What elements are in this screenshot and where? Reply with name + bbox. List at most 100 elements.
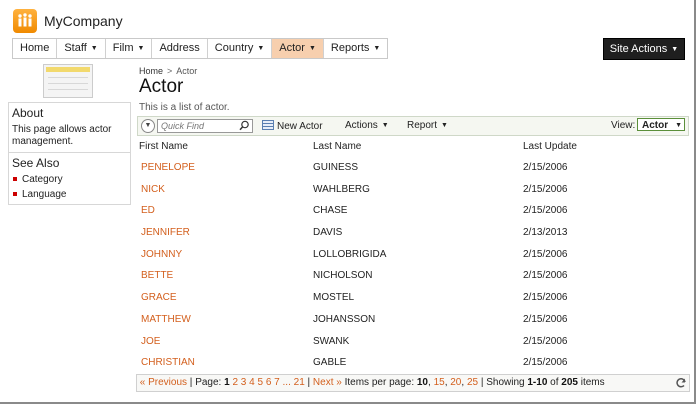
- view-label: View:: [611, 120, 636, 131]
- chevron-down-icon: ▼: [137, 45, 145, 52]
- nav-item-address[interactable]: Address: [152, 39, 208, 58]
- page-link[interactable]: 7: [274, 377, 280, 388]
- showing-range: 1-10: [527, 377, 548, 388]
- last-update-cell: 2/15/2006: [523, 249, 568, 260]
- nav-item-country[interactable]: Country ▼: [208, 39, 273, 58]
- bullet-icon: [13, 177, 17, 181]
- page-size-current: 10: [416, 377, 428, 388]
- first-name-cell[interactable]: GRACE: [141, 292, 177, 303]
- pager: « Previous | Page: 1 2 3 4 5 6 7 ... 21 …: [136, 374, 690, 392]
- site-actions-button[interactable]: Site Actions ▼: [603, 38, 685, 60]
- view-select[interactable]: Actor ▼: [637, 118, 685, 131]
- report-menu-button[interactable]: Report ▼: [407, 120, 448, 131]
- page-size-link[interactable]: 15: [434, 377, 445, 388]
- nav-item-staff[interactable]: Staff ▼: [57, 39, 106, 58]
- table-row[interactable]: CHRISTIAN GABLE 2/15/2006: [139, 353, 687, 375]
- page-link[interactable]: 3: [241, 377, 247, 388]
- page-link[interactable]: 2: [232, 377, 238, 388]
- table-row[interactable]: GRACE MOSTEL 2/15/2006: [139, 288, 687, 310]
- actions-menu-button[interactable]: Actions ▼: [345, 120, 389, 131]
- first-name-cell[interactable]: BETTE: [141, 270, 173, 281]
- last-update-cell: 2/13/2013: [523, 227, 568, 238]
- table-row[interactable]: PENELOPE GUINESS 2/15/2006: [139, 158, 687, 180]
- last-update-cell: 2/15/2006: [523, 314, 568, 325]
- nav-item-label: Staff: [64, 42, 87, 54]
- previous-page-link[interactable]: « Previous: [140, 377, 187, 388]
- chevron-down-icon: ▼: [257, 45, 265, 52]
- about-text: This page allows actor management.: [12, 124, 112, 147]
- main-menu: Home Staff ▼ Film ▼ Address Country ▼ Actor…: [12, 38, 389, 59]
- breadcrumb-home[interactable]: Home: [139, 66, 163, 76]
- about-heading: About: [12, 106, 44, 120]
- last-name-cell: MOSTEL: [313, 292, 355, 303]
- nav-item-reports[interactable]: Reports ▼: [324, 39, 387, 58]
- first-name-cell[interactable]: MATTHEW: [141, 314, 191, 325]
- table-row[interactable]: JOE SWANK 2/15/2006: [139, 332, 687, 354]
- page-link-last[interactable]: 21: [294, 377, 305, 388]
- sidebar: About This page allows actor management.…: [8, 102, 131, 205]
- first-name-cell[interactable]: JOHNNY: [141, 249, 182, 260]
- new-actor-button[interactable]: New Actor: [262, 120, 323, 132]
- new-actor-label: New Actor: [277, 121, 323, 132]
- table-row[interactable]: ED CHASE 2/15/2006: [139, 201, 687, 223]
- table-row[interactable]: MATTHEW JOHANSSON 2/15/2006: [139, 310, 687, 332]
- refresh-icon[interactable]: [675, 377, 687, 389]
- first-name-cell[interactable]: CHRISTIAN: [141, 357, 195, 368]
- showing-label: Showing: [486, 377, 525, 388]
- column-header-last-update[interactable]: Last Update: [523, 141, 577, 152]
- link-label: Category: [22, 174, 63, 185]
- first-name-cell[interactable]: ED: [141, 205, 155, 216]
- nav-item-label: Actor: [279, 42, 305, 54]
- last-name-cell: NICHOLSON: [313, 270, 373, 281]
- page-thumbnail-icon: [43, 64, 93, 98]
- last-name-cell: SWANK: [313, 336, 350, 347]
- see-also-link-language[interactable]: Language: [9, 187, 130, 204]
- link-label: Language: [22, 189, 67, 200]
- chevron-down-icon: ▼: [373, 45, 381, 52]
- last-update-cell: 2/15/2006: [523, 270, 568, 281]
- last-name-cell: JOHANSSON: [313, 314, 376, 325]
- page-link-more[interactable]: ...: [283, 377, 291, 388]
- nav-item-home[interactable]: Home: [13, 39, 58, 58]
- last-name-cell: GUINESS: [313, 162, 359, 173]
- search-icon[interactable]: [239, 120, 250, 131]
- report-label: Report: [407, 120, 438, 131]
- last-update-cell: 2/15/2006: [523, 292, 568, 303]
- nav-item-actor[interactable]: Actor ▼: [272, 39, 324, 58]
- page-description: This is a list of actor.: [139, 102, 230, 113]
- site-actions-label: Site Actions: [609, 43, 668, 55]
- toggle-search-icon[interactable]: ▼: [141, 119, 155, 133]
- table-row[interactable]: JENNIFER DAVIS 2/13/2013: [139, 223, 687, 245]
- column-header-last-name[interactable]: Last Name: [313, 141, 361, 152]
- next-page-link[interactable]: Next »: [313, 377, 342, 388]
- last-name-cell: GABLE: [313, 357, 347, 368]
- page-link[interactable]: 4: [249, 377, 255, 388]
- page-link[interactable]: 5: [257, 377, 263, 388]
- table-row[interactable]: JOHNNY LOLLOBRIGIDA 2/15/2006: [139, 245, 687, 267]
- items-label: items: [580, 377, 605, 388]
- quick-find-input[interactable]: [158, 120, 233, 132]
- quick-find: [157, 119, 253, 133]
- table-row[interactable]: NICK WAHLBERG 2/15/2006: [139, 180, 687, 202]
- first-name-cell[interactable]: NICK: [141, 184, 165, 195]
- company-logo-icon[interactable]: [13, 9, 37, 33]
- first-name-cell[interactable]: JENNIFER: [141, 227, 190, 238]
- see-also-link-category[interactable]: Category: [9, 172, 130, 187]
- page-link[interactable]: 6: [266, 377, 272, 388]
- first-name-cell[interactable]: JOE: [141, 336, 160, 347]
- page-title: Actor: [139, 76, 184, 97]
- breadcrumb-current: Actor: [176, 66, 198, 76]
- first-name-cell[interactable]: PENELOPE: [141, 162, 195, 173]
- last-update-cell: 2/15/2006: [523, 162, 568, 173]
- column-header-first-name[interactable]: First Name: [139, 141, 188, 152]
- table-row[interactable]: BETTE NICHOLSON 2/15/2006: [139, 266, 687, 288]
- page-size-link[interactable]: 20: [450, 377, 461, 388]
- breadcrumb: Home > Actor: [139, 66, 197, 76]
- nav-item-label: Home: [20, 42, 50, 54]
- page-size-link[interactable]: 25: [467, 377, 478, 388]
- of-label: of: [550, 377, 559, 388]
- last-name-cell: LOLLOBRIGIDA: [313, 249, 387, 260]
- nav-item-film[interactable]: Film ▼: [106, 39, 153, 58]
- nav-item-label: Country: [214, 42, 254, 54]
- page-label: Page:: [195, 377, 222, 388]
